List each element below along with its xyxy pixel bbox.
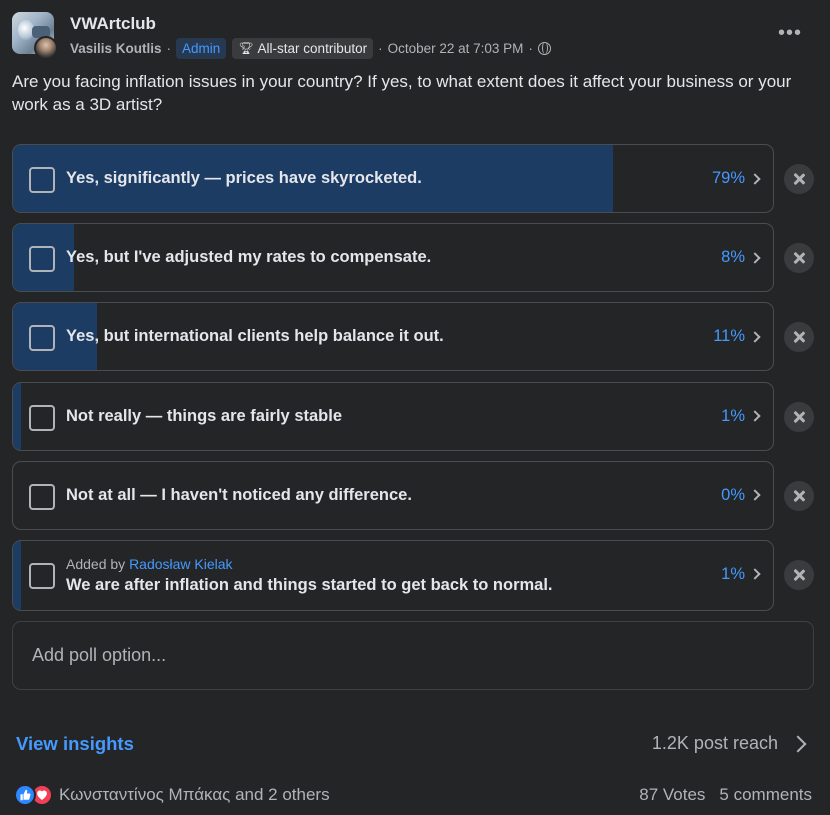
poll-option[interactable]: Yes, but I've adjusted my rates to compe…: [12, 223, 774, 293]
close-icon: [793, 252, 805, 264]
chevron-right-icon: [749, 252, 761, 264]
poll-option[interactable]: Added by Radosław Kielak We are after in…: [12, 539, 774, 611]
admin-badge[interactable]: Admin: [176, 37, 227, 59]
remove-option-button[interactable]: [784, 243, 814, 274]
votes-count[interactable]: 87 Votes: [639, 785, 705, 805]
poll-option-row: Not at all — I haven't noticed any diffe…: [12, 460, 814, 530]
vote-checkbox[interactable]: [29, 246, 55, 273]
poll-option[interactable]: Yes, but international clients help bala…: [12, 302, 774, 372]
poll-option-row: Not really — things are fairly stable 1%: [12, 381, 814, 451]
added-by-label: Added by Radosław Kielak: [66, 556, 233, 572]
chevron-right-icon: [749, 331, 761, 343]
like-icon: [14, 784, 36, 806]
poll-option-label: Not really — things are fairly stable: [66, 406, 343, 425]
author-avatar[interactable]: [34, 36, 58, 60]
poll-option-row: Yes, significantly — prices have skyrock…: [12, 144, 814, 213]
poll-option-percent: 1%: [721, 406, 745, 425]
contributor-badge[interactable]: 🏆︎ All-star contributor: [232, 37, 374, 59]
contributor-badge-label: All-star contributor: [257, 40, 368, 56]
chevron-right-icon: [749, 172, 761, 185]
author-name[interactable]: Vasilis Koutlis: [70, 41, 162, 56]
add-poll-option-input[interactable]: Add poll option...: [12, 621, 814, 690]
poll-option-label: Yes, but I've adjusted my rates to compe…: [66, 248, 432, 267]
separator-dot: ·: [378, 40, 383, 56]
close-icon: [793, 411, 805, 423]
poll-option-result[interactable]: 11%: [713, 327, 761, 346]
remove-option-button[interactable]: [784, 164, 814, 194]
close-icon: [793, 173, 805, 185]
vote-checkbox[interactable]: [29, 325, 55, 352]
poll-option-result[interactable]: 79%: [711, 169, 761, 188]
poll-option-percent: 79%: [711, 169, 745, 187]
poll-option-row: Yes, but international clients help bala…: [12, 302, 814, 372]
poll-option-label: We are after inflation and things starte…: [66, 575, 553, 594]
poll-option[interactable]: Yes, significantly — prices have skyrock…: [12, 144, 774, 213]
poll-option[interactable]: Not at all — I haven't noticed any diffe…: [12, 460, 774, 530]
poll-options: Yes, significantly — prices have skyrock…: [12, 144, 814, 619]
poll-option[interactable]: Not really — things are fairly stable 1%: [12, 381, 774, 451]
vote-checkbox[interactable]: [29, 404, 55, 431]
vote-checkbox[interactable]: [29, 562, 55, 589]
poll-option-result[interactable]: 1%: [721, 406, 761, 426]
added-by-name[interactable]: Radosław Kielak: [129, 556, 233, 572]
globe-icon: [537, 41, 551, 55]
remove-option-button[interactable]: [784, 480, 814, 511]
chevron-right-icon: [789, 735, 807, 752]
poll-question: Are you facing inflation issues in your …: [12, 72, 792, 114]
more-options-icon[interactable]: •••: [778, 23, 802, 43]
remove-option-button[interactable]: [784, 559, 814, 590]
close-icon: [793, 490, 805, 502]
chevron-right-icon: [749, 410, 761, 422]
view-insights-link[interactable]: View insights: [16, 733, 134, 755]
poll-option-result[interactable]: 1%: [721, 564, 761, 584]
poll-result-bar: [13, 540, 21, 610]
post-header: VWArtclub Vasilis Koutlis · Admin 🏆︎ All…: [12, 12, 818, 60]
poll-option-row: Yes, but I've adjusted my rates to compe…: [12, 223, 814, 293]
group-name[interactable]: VWArtclub: [70, 14, 156, 34]
comments-count[interactable]: 5 comments: [719, 785, 812, 805]
trophy-icon: 🏆︎: [238, 41, 254, 55]
reactors-text[interactable]: Κωνσταντίνος Μπάκας and 2 others: [59, 785, 330, 805]
poll-option-result[interactable]: 8%: [721, 248, 761, 267]
avatar-stack[interactable]: [12, 12, 58, 60]
reactions-summary[interactable]: Κωνσταντίνος Μπάκας and 2 others: [14, 784, 330, 806]
post-reach-label: 1.2K post reach: [651, 733, 778, 753]
poll-result-bar: [13, 382, 21, 450]
chevron-right-icon: [749, 489, 761, 501]
remove-option-button[interactable]: [784, 322, 814, 353]
reaction-icons: [14, 784, 53, 806]
engagement-counts: 87 Votes 5 comments: [639, 785, 812, 805]
chevron-right-icon: [749, 568, 761, 581]
poll-option-percent: 8%: [721, 248, 745, 267]
poll-option-result[interactable]: 0%: [721, 485, 761, 505]
post-timestamp[interactable]: October 22 at 7:03 PM: [388, 41, 524, 56]
poll-option-label: Yes, but international clients help bala…: [66, 327, 444, 346]
close-icon: [793, 569, 805, 581]
post-reach[interactable]: 1.2K post reach: [651, 733, 807, 754]
vote-checkbox[interactable]: [29, 483, 55, 510]
poll-option-percent: 1%: [721, 564, 745, 583]
poll-option-percent: 0%: [721, 485, 745, 504]
poll-option-label: Not at all — I haven't noticed any diffe…: [66, 485, 412, 504]
close-icon: [793, 331, 805, 343]
post-footer: Κωνσταντίνος Μπάκας and 2 others 87 Vote…: [14, 782, 812, 808]
post-meta: Vasilis Koutlis · Admin 🏆︎ All-star cont…: [70, 37, 551, 59]
remove-option-button[interactable]: [784, 401, 814, 432]
poll-option-row: Added by Radosław Kielak We are after in…: [12, 539, 814, 611]
poll-option-label: Yes, significantly — prices have skyrock…: [66, 169, 422, 187]
separator-dot: ·: [166, 40, 172, 56]
added-by-prefix: Added by: [66, 555, 126, 572]
separator-dot: ·: [528, 40, 533, 56]
poll-option-percent: 11%: [713, 327, 745, 346]
vote-checkbox[interactable]: [29, 167, 55, 193]
